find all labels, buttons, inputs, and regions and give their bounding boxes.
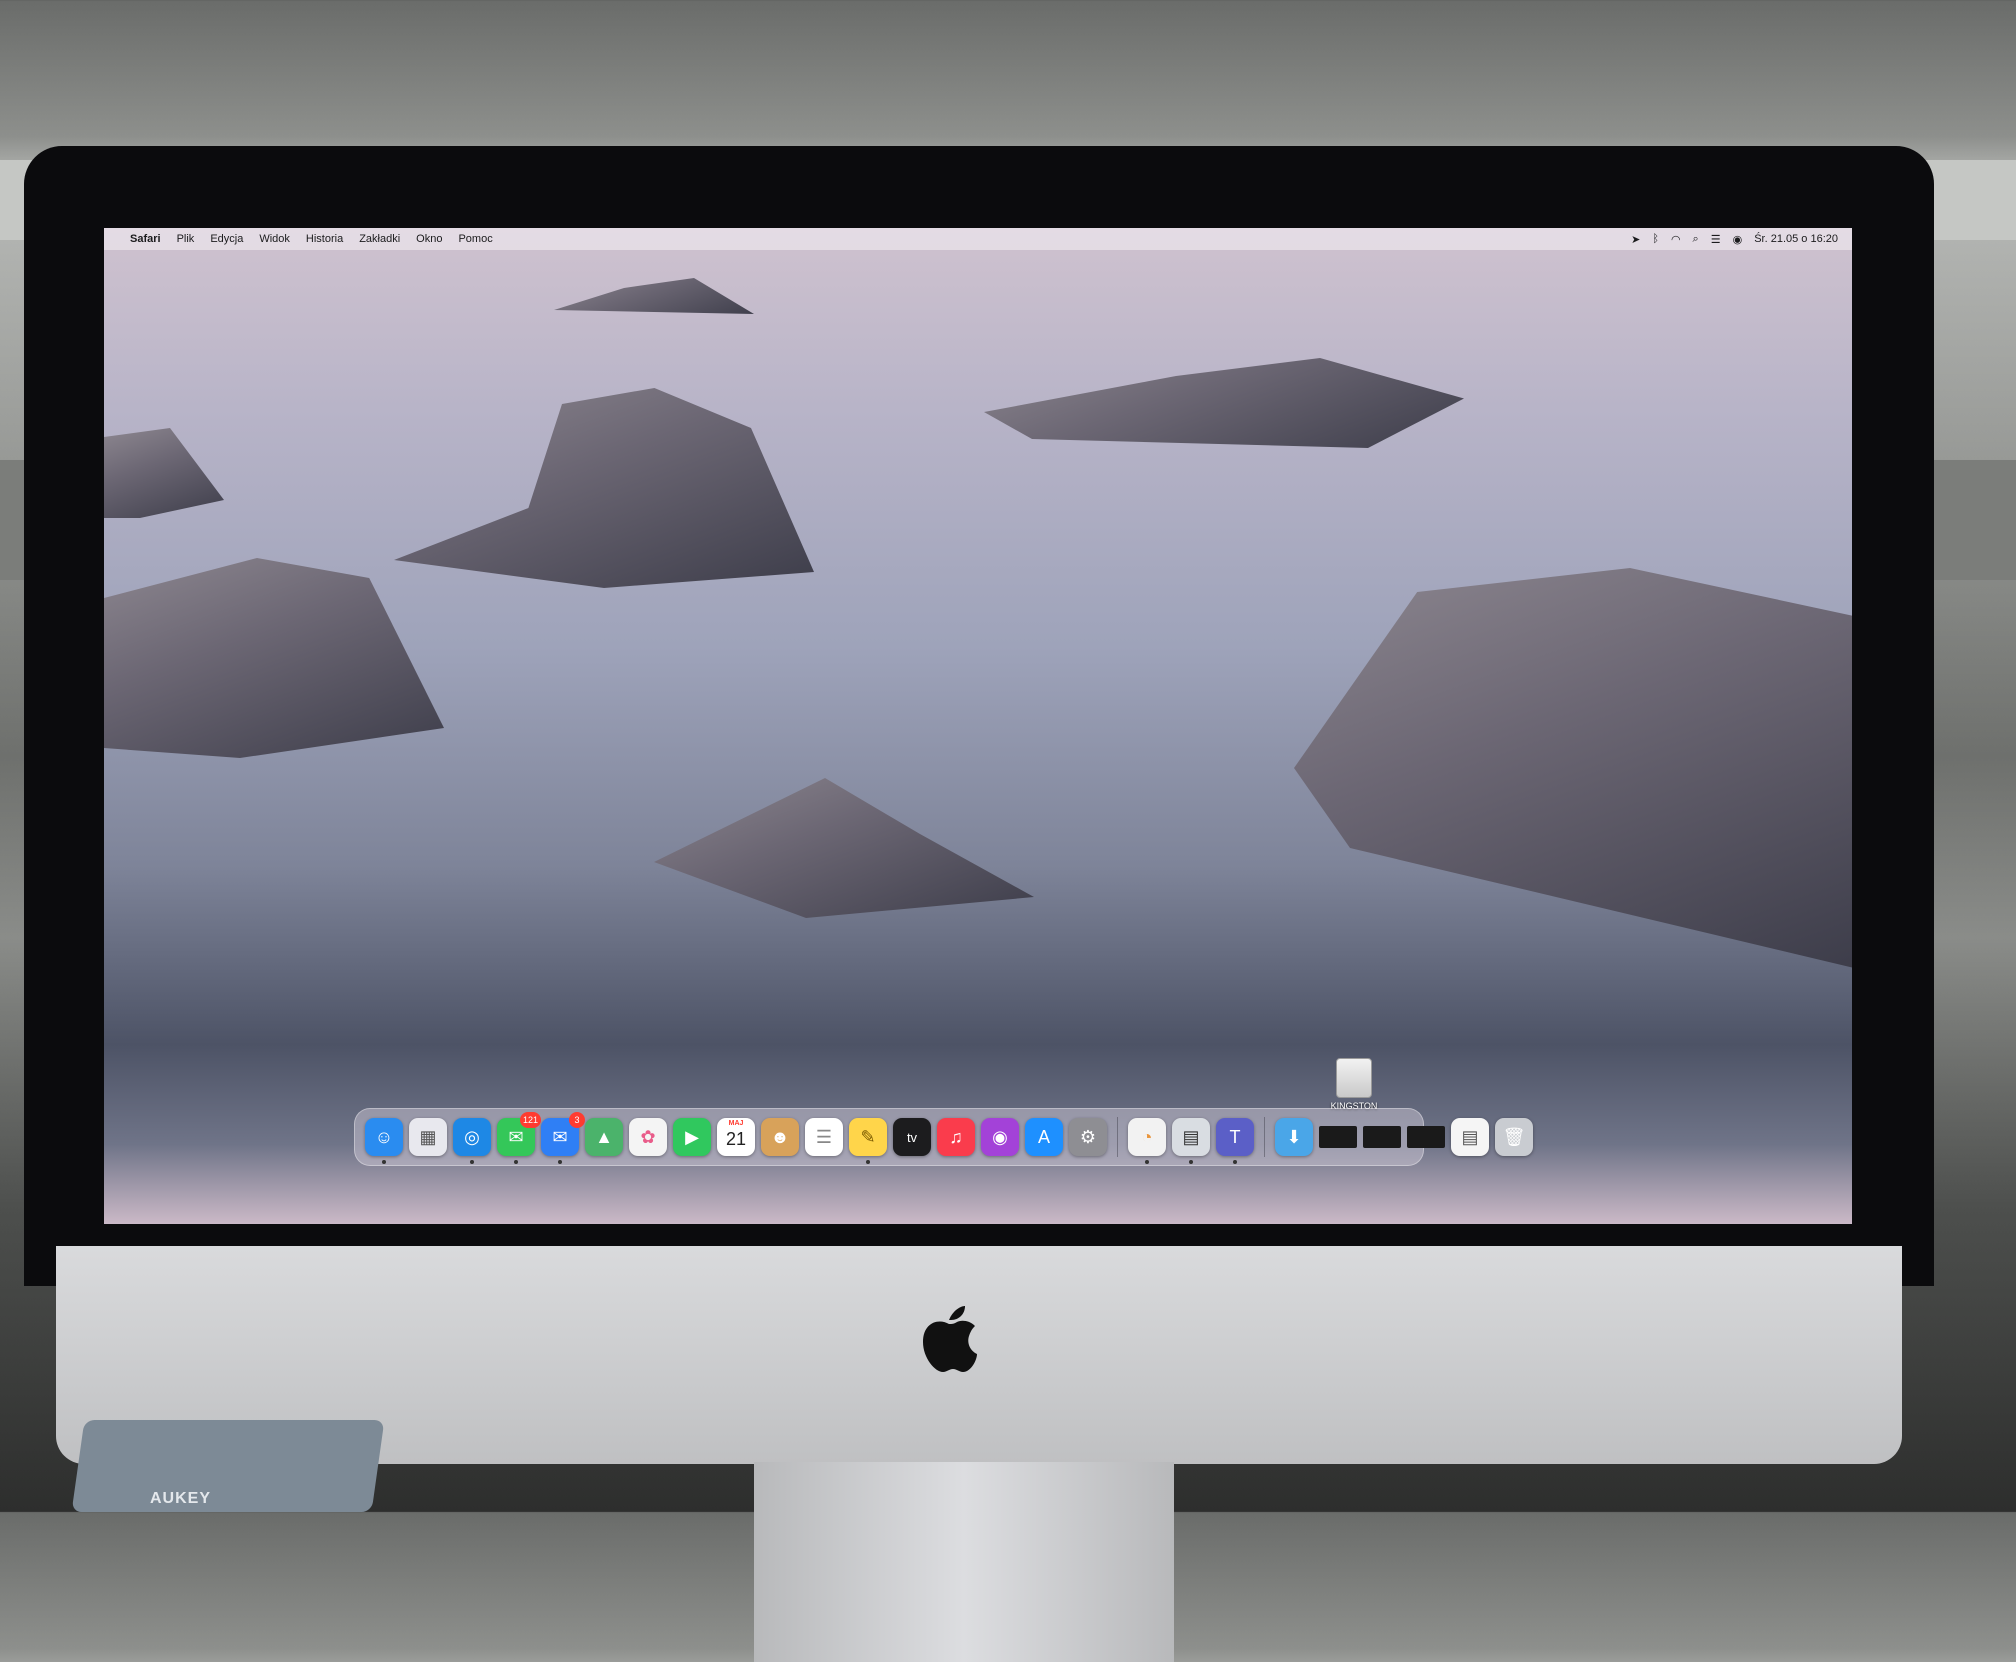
dock-apple-tv[interactable]: tv	[893, 1118, 931, 1156]
podcasts-icon: ◉	[992, 1126, 1008, 1147]
launchpad-icon: ▦	[419, 1126, 437, 1147]
color-app-icon: ◔	[1141, 1126, 1153, 1147]
dock-system-preferences[interactable]: ⚙	[1069, 1118, 1107, 1156]
menu-historia[interactable]: Historia	[306, 233, 343, 245]
menu-plik[interactable]: Plik	[177, 233, 195, 245]
wifi-icon[interactable]: ◠	[1671, 233, 1681, 246]
dock-preview[interactable]: ▤	[1172, 1118, 1210, 1164]
drive-icon	[1336, 1058, 1372, 1098]
dock-minimized-document[interactable]: ▤	[1451, 1118, 1489, 1156]
maps-icon: ▲	[595, 1126, 613, 1147]
apple-logo-icon	[914, 1298, 984, 1378]
wallpaper-rock	[984, 358, 1464, 448]
app-store-icon: A	[1037, 1126, 1050, 1147]
dock-music[interactable]: ♫	[937, 1118, 975, 1156]
apple-tv-icon: tv	[906, 1129, 918, 1145]
menu-okno[interactable]: Okno	[416, 233, 442, 245]
dock-notes[interactable]: ✎	[849, 1118, 887, 1164]
dock-downloads-folder[interactable]: ⬇	[1275, 1118, 1313, 1156]
dock-maps[interactable]: ▲	[585, 1118, 623, 1156]
menu-widok[interactable]: Widok	[259, 233, 290, 245]
window-thumbnail	[1363, 1126, 1401, 1148]
wallpaper-rock	[394, 388, 814, 588]
notes-icon: ✎	[860, 1126, 876, 1147]
dock-trash[interactable]: 🗑	[1495, 1118, 1533, 1156]
calendar-month: MAJ	[728, 1120, 744, 1127]
menu-pomoc[interactable]: Pomoc	[458, 233, 492, 245]
menu-edycja[interactable]: Edycja	[210, 233, 243, 245]
mail-icon: ✉	[552, 1126, 568, 1147]
safari-icon: ◎	[464, 1126, 480, 1147]
running-indicator	[470, 1160, 474, 1164]
imac-stand	[754, 1462, 1174, 1662]
desktop-drive-kingston[interactable]: KINGSTON	[1314, 1058, 1394, 1111]
location-icon[interactable]: ➤	[1631, 233, 1640, 246]
messages-icon: ✉	[508, 1126, 524, 1147]
desktop-screen: Safari Plik Edycja Widok Historia Zakład…	[104, 228, 1852, 1224]
dock-minimized-window-1[interactable]	[1319, 1118, 1357, 1156]
dock: ☺ ▦ ◎ ✉ 121 ✉ 3 ▲ ✿ ▶ MAJ 21 ☻ ☰ ✎ tv ♫ ◉ A…	[354, 1108, 1533, 1166]
running-indicator	[1233, 1160, 1237, 1164]
document-icon: ▤	[1461, 1126, 1479, 1147]
status-area: ➤ ᛒ ◠ ⌕ ☰ ◉ Śr. 21.05 o 16:20	[1631, 233, 1838, 246]
facetime-icon: ▶	[685, 1126, 699, 1147]
menubar-clock[interactable]: Śr. 21.05 o 16:20	[1754, 233, 1838, 245]
mail-badge: 3	[569, 1112, 585, 1128]
dock-safari[interactable]: ◎	[453, 1118, 491, 1164]
search-icon[interactable]: ⌕	[1693, 233, 1699, 246]
dock-teams[interactable]: T	[1216, 1118, 1254, 1164]
running-indicator	[514, 1160, 518, 1164]
dock-launchpad[interactable]: ▦	[409, 1118, 447, 1156]
wallpaper-rock	[1294, 568, 1852, 968]
dock-facetime[interactable]: ▶	[673, 1118, 711, 1156]
dock-separator	[1264, 1117, 1265, 1157]
imac: Safari Plik Edycja Widok Historia Zakład…	[24, 146, 1934, 1662]
display-bezel: Safari Plik Edycja Widok Historia Zakład…	[24, 146, 1934, 1286]
dock-podcasts[interactable]: ◉	[981, 1118, 1019, 1156]
gear-icon: ⚙	[1079, 1126, 1097, 1147]
dock-calendar[interactable]: MAJ 21	[717, 1118, 755, 1156]
running-indicator	[1145, 1160, 1149, 1164]
reminders-icon: ☰	[815, 1126, 833, 1147]
dock-contacts[interactable]: ☻	[761, 1118, 799, 1156]
menu-bar: Safari Plik Edycja Widok Historia Zakład…	[104, 228, 1852, 250]
dock-separator	[1117, 1117, 1118, 1157]
window-thumbnail	[1319, 1126, 1357, 1148]
dock-minimized-window-2[interactable]	[1363, 1118, 1401, 1156]
dock-app-store[interactable]: A	[1025, 1118, 1063, 1156]
preview-icon: ▤	[1182, 1126, 1200, 1147]
bluetooth-icon[interactable]: ᛒ	[1652, 233, 1659, 245]
dock-reminders[interactable]: ☰	[805, 1118, 843, 1156]
menu-zakladki[interactable]: Zakładki	[359, 233, 400, 245]
dock-messages[interactable]: ✉ 121	[497, 1112, 541, 1164]
siri-icon[interactable]: ◉	[1733, 233, 1743, 246]
usb-hub-brand: AUKEY	[150, 1490, 212, 1507]
calendar-day: 21	[725, 1129, 747, 1149]
wallpaper-rock	[554, 278, 754, 314]
contacts-icon: ☻	[770, 1126, 790, 1147]
wallpaper-rock	[104, 558, 444, 758]
wallpaper-rock	[654, 778, 1034, 918]
running-indicator	[866, 1160, 870, 1164]
messages-badge: 121	[519, 1112, 541, 1128]
control-center-icon[interactable]: ☰	[1711, 233, 1721, 246]
wallpaper-rock	[104, 428, 224, 518]
music-icon: ♫	[949, 1126, 963, 1147]
trash-icon: 🗑	[1502, 1126, 1526, 1147]
dock-mail[interactable]: ✉ 3	[541, 1112, 585, 1164]
dock-color-app[interactable]: ◔	[1128, 1118, 1166, 1164]
running-indicator	[382, 1160, 386, 1164]
running-indicator	[1189, 1160, 1193, 1164]
teams-icon: T	[1229, 1126, 1241, 1147]
finder-icon: ☺	[374, 1126, 394, 1147]
dock-finder[interactable]: ☺	[365, 1118, 403, 1164]
running-indicator	[558, 1160, 562, 1164]
usb-hub	[71, 1420, 385, 1512]
dock-minimized-window-3[interactable]	[1407, 1118, 1445, 1156]
dock-photos[interactable]: ✿	[629, 1118, 667, 1156]
downloads-icon: ⬇	[1286, 1126, 1302, 1147]
photos-icon: ✿	[640, 1126, 656, 1147]
window-thumbnail	[1407, 1126, 1445, 1148]
menu-app-name[interactable]: Safari	[130, 233, 161, 245]
